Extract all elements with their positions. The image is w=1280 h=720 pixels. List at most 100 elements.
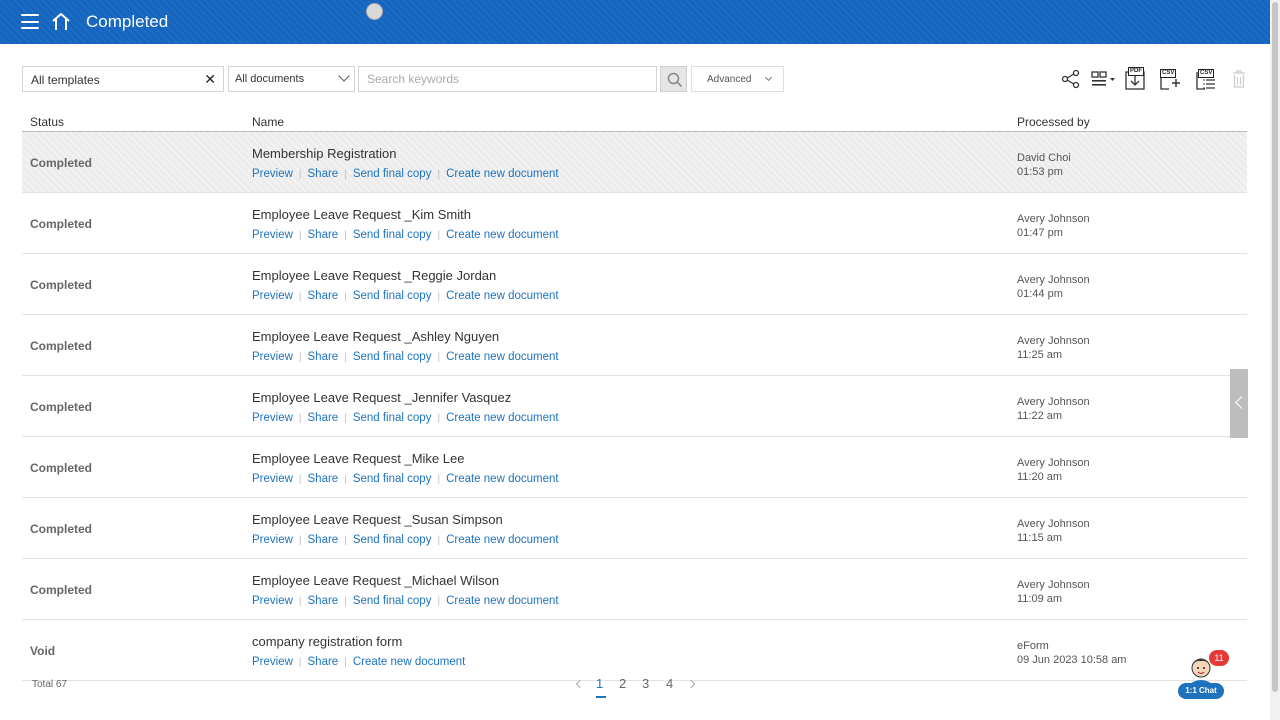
template-filter[interactable]: All templates ✕	[22, 66, 224, 92]
processed-by: Avery Johnson 11:22 am	[1017, 395, 1090, 423]
table-row[interactable]: Completed Employee Leave Request _Kim Smi…	[22, 193, 1247, 254]
create-new-document-link[interactable]: Create new document	[446, 595, 559, 607]
share-link[interactable]: Share	[308, 656, 339, 668]
preview-link[interactable]: Preview	[252, 656, 293, 668]
document-name[interactable]: company registration form	[252, 634, 402, 649]
table-row[interactable]: Completed Employee Leave Request _Jennife…	[22, 376, 1247, 437]
share-link[interactable]: Share	[308, 412, 339, 424]
table-row[interactable]: Void company registration form Preview | Sha…	[22, 620, 1247, 681]
processed-time: 01:44 pm	[1017, 288, 1063, 300]
side-panel-toggle[interactable]	[1230, 369, 1248, 438]
processed-by-user: Avery Johnson	[1017, 579, 1090, 591]
document-name[interactable]: Employee Leave Request _Kim Smith	[252, 207, 471, 222]
table-row[interactable]: Completed Employee Leave Request _Susan S…	[22, 498, 1247, 559]
document-name[interactable]: Employee Leave Request _Mike Lee	[252, 451, 464, 466]
row-actions: Preview | Share | Create new document	[252, 656, 465, 668]
search-input[interactable]	[358, 66, 657, 92]
create-new-document-link[interactable]: Create new document	[446, 534, 559, 546]
pdf-download-icon[interactable]: PDF	[1124, 66, 1148, 92]
send-final-copy-link[interactable]: Send final copy	[353, 534, 432, 546]
processed-time: 11:20 am	[1017, 471, 1063, 483]
send-final-copy-link[interactable]: Send final copy	[353, 351, 432, 363]
top-bar: Completed	[0, 0, 1270, 44]
preview-link[interactable]: Preview	[252, 473, 293, 485]
document-filter-select[interactable]: All documents	[228, 66, 355, 92]
send-final-copy-link[interactable]: Send final copy	[353, 229, 432, 241]
table-row[interactable]: Completed Employee Leave Request _Michael…	[22, 559, 1247, 620]
preview-link[interactable]: Preview	[252, 534, 293, 546]
document-name[interactable]: Employee Leave Request _Susan Simpson	[252, 512, 503, 527]
row-actions: Preview | Share | Send final copy | Create new…	[252, 534, 559, 546]
create-new-document-link[interactable]: Create new document	[446, 473, 559, 485]
next-page-icon[interactable]	[686, 679, 696, 689]
share-icon[interactable]	[1060, 66, 1082, 92]
csv-list-icon[interactable]: CSV	[1194, 66, 1218, 92]
table-row[interactable]: Completed Employee Leave Request _Ashley …	[22, 315, 1247, 376]
share-link[interactable]: Share	[308, 473, 339, 485]
view-toggle-icon[interactable]	[1090, 66, 1118, 92]
table-row[interactable]: Completed Employee Leave Request _Reggie …	[22, 254, 1247, 315]
search-button[interactable]	[660, 66, 687, 92]
preview-link[interactable]: Preview	[252, 290, 293, 302]
csv-add-icon[interactable]: CSV	[1158, 66, 1182, 92]
share-link[interactable]: Share	[308, 229, 339, 241]
chat-label: 1:1 Chat	[1178, 683, 1224, 699]
preview-link[interactable]: Preview	[252, 229, 293, 241]
status-label: Completed	[30, 583, 93, 597]
row-actions: Preview | Share | Send final copy | Create new…	[252, 229, 559, 241]
send-final-copy-link[interactable]: Send final copy	[353, 595, 432, 607]
column-header-name[interactable]: Name	[252, 115, 284, 129]
document-name[interactable]: Employee Leave Request _Jennifer Vasquez	[252, 390, 511, 405]
create-new-document-link[interactable]: Create new document	[446, 290, 559, 302]
share-link[interactable]: Share	[308, 168, 339, 180]
column-header-processed-by[interactable]: Processed by	[1017, 115, 1090, 129]
action-separator: |	[344, 413, 347, 424]
chat-widget[interactable]: 11 1:1 Chat	[1178, 648, 1229, 700]
action-separator: |	[437, 230, 441, 241]
status-label: Completed	[30, 400, 93, 414]
status-label: Completed	[30, 217, 93, 231]
document-name[interactable]: Employee Leave Request _Reggie Jordan	[252, 268, 496, 283]
send-final-copy-link[interactable]: Send final copy	[353, 412, 432, 424]
preview-link[interactable]: Preview	[252, 351, 293, 363]
row-actions: Preview | Share | Send final copy | Create new…	[252, 351, 559, 363]
delete-icon[interactable]	[1230, 66, 1248, 92]
send-final-copy-link[interactable]: Send final copy	[353, 473, 432, 485]
document-name[interactable]: Membership Registration	[252, 146, 397, 161]
preview-link[interactable]: Preview	[252, 168, 293, 180]
status-label: Completed	[30, 461, 93, 475]
share-link[interactable]: Share	[308, 534, 339, 546]
menu-icon[interactable]	[21, 14, 39, 29]
column-header-status[interactable]: Status	[30, 115, 64, 129]
preview-link[interactable]: Preview	[252, 412, 293, 424]
action-separator: |	[344, 169, 347, 180]
processed-time: 11:15 am	[1017, 532, 1063, 544]
create-new-document-link[interactable]: Create new document	[446, 351, 559, 363]
clear-filter-icon[interactable]: ✕	[204, 71, 216, 88]
page-4[interactable]: 4	[666, 676, 673, 691]
advanced-search-button[interactable]: Advanced	[691, 66, 784, 92]
page-scrollbar[interactable]	[1270, 0, 1280, 720]
create-new-document-link[interactable]: Create new document	[353, 656, 466, 668]
preview-link[interactable]: Preview	[252, 595, 293, 607]
page-3[interactable]: 3	[642, 676, 649, 691]
send-final-copy-link[interactable]: Send final copy	[353, 290, 432, 302]
prev-page-icon[interactable]	[575, 679, 585, 689]
share-link[interactable]: Share	[308, 595, 339, 607]
page-1[interactable]: 1	[596, 676, 603, 691]
create-new-document-link[interactable]: Create new document	[446, 412, 559, 424]
document-filter-value: All documents	[235, 73, 305, 85]
document-name[interactable]: Employee Leave Request _Ashley Nguyen	[252, 329, 499, 344]
share-link[interactable]: Share	[308, 290, 339, 302]
page-2[interactable]: 2	[619, 676, 626, 691]
home-icon[interactable]	[50, 11, 72, 33]
share-link[interactable]: Share	[308, 351, 339, 363]
action-separator: |	[298, 657, 302, 668]
document-name[interactable]: Employee Leave Request _Michael Wilson	[252, 573, 499, 588]
template-filter-value: All templates	[31, 73, 100, 87]
send-final-copy-link[interactable]: Send final copy	[353, 168, 432, 180]
create-new-document-link[interactable]: Create new document	[446, 168, 559, 180]
table-row[interactable]: Completed Membership Registration Preview |…	[22, 132, 1247, 193]
table-row[interactable]: Completed Employee Leave Request _Mike Le…	[22, 437, 1247, 498]
create-new-document-link[interactable]: Create new document	[446, 229, 559, 241]
